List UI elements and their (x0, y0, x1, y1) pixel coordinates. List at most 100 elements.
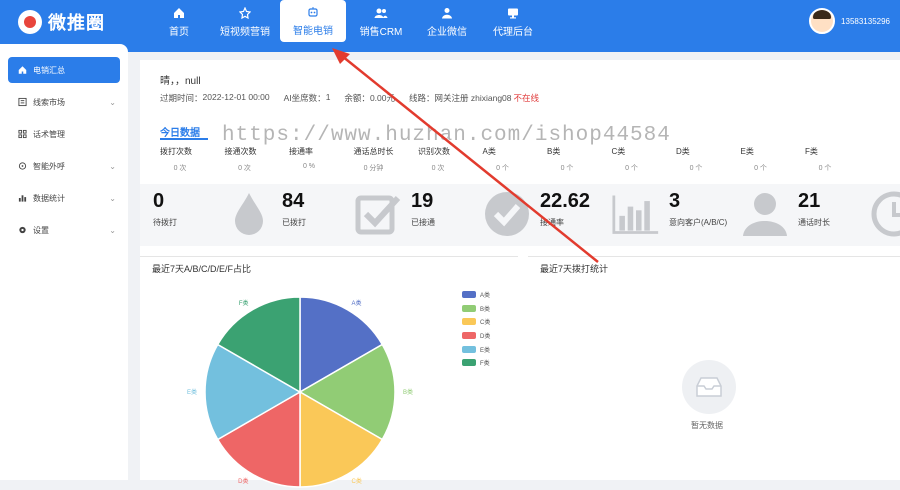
sidebar-item-5[interactable]: 设置 ⌄ (8, 217, 120, 243)
nav-item-2[interactable]: 智能电销 (280, 0, 346, 42)
home-icon (172, 7, 186, 19)
nav-item-1[interactable]: 短视频营销 (214, 0, 276, 44)
account-info: 过期时间： 2022-12-01 00:00 AI坐席数： 1 余额： 0.00… (160, 92, 539, 104)
today-stat-label: F类 (805, 147, 818, 156)
nav-item-4[interactable]: 企业微信 (416, 0, 478, 44)
legend-swatch (462, 304, 476, 312)
today-stat-label: D类 (676, 147, 690, 156)
today-stat: 接通次数 0 次 (225, 146, 285, 173)
legend-label: B类 (480, 306, 491, 313)
today-stat-value: 0 个 (625, 165, 638, 172)
user-menu[interactable]: 13583135296 (809, 8, 890, 34)
phone-icon (18, 162, 27, 171)
today-data-title: 今日数据 (160, 128, 200, 139)
sidebar-item-4[interactable]: 数据统计 ⌄ (8, 185, 120, 211)
today-stat-value: 0 个 (818, 165, 832, 172)
sidebar-item-label: 线索市场 (33, 97, 65, 107)
checkbox-icon (354, 190, 402, 238)
today-stat: B类 0 个 (547, 146, 607, 173)
today-stat-value: 0 分钟 (363, 165, 384, 172)
legend-item[interactable]: B类 (462, 302, 490, 316)
ai-seat-value: 1 (325, 92, 331, 102)
sidebar-item-2[interactable]: 话术管理 (8, 121, 120, 147)
pie-label: C类 (352, 477, 362, 485)
legend-label: C类 (480, 320, 491, 327)
line-status: 不在线 (513, 93, 540, 103)
ai-seat-label: AI坐席数： (283, 93, 326, 103)
today-stat-label: B类 (547, 147, 561, 156)
legend-item[interactable]: A类 (462, 288, 490, 302)
today-stat: E类 0 个 (741, 146, 801, 173)
clock-icon (870, 190, 900, 238)
brand-logo[interactable]: 微推圈 (18, 9, 105, 35)
people-icon (374, 7, 388, 19)
kpi-card: 84 已拨打 (282, 190, 402, 242)
today-stat: C类 0 个 (612, 146, 672, 173)
pie-panel-title: 最近7天A/B/C/D/E/F占比 (152, 264, 252, 274)
balance-value: 0.00元 (369, 93, 395, 103)
pie-label: F类 (239, 299, 249, 307)
today-stat-label: 通话总时长 (353, 147, 394, 156)
chevron-down-icon: ⌄ (109, 225, 116, 235)
water-drop-icon (225, 190, 273, 238)
legend-item[interactable]: F类 (462, 356, 490, 370)
today-stat: 拨打次数 0 次 (160, 146, 220, 173)
today-stat-label: 接通次数 (224, 147, 257, 156)
pie-chart: A类 B类 C类 D类 E类 F类 (187, 296, 413, 488)
nav-item-label: 首页 (169, 26, 189, 38)
today-stat-label: 接通率 (289, 147, 313, 156)
avatar[interactable] (809, 8, 836, 34)
pie-label: A类 (352, 299, 362, 307)
expire-value: 2022-12-01 00:00 (202, 92, 270, 102)
pie-label: D类 (238, 477, 248, 485)
home-icon (18, 66, 27, 75)
nav-item-3[interactable]: 销售CRM (350, 0, 412, 44)
today-stat-label: 识别次数 (418, 147, 450, 156)
nav-item-label: 短视频营销 (220, 26, 270, 38)
sidebar-item-3[interactable]: 智能外呼 ⌄ (8, 153, 120, 179)
nav-item-label: 企业微信 (427, 26, 467, 38)
pie-label: E类 (187, 388, 197, 396)
nav-item-0[interactable]: 首页 (148, 0, 210, 44)
today-stat: 通话总时长 0 分钟 (354, 146, 414, 173)
line-panel-title: 最近7天拨打统计 (540, 264, 609, 274)
sidebar-item-label: 电销汇总 (33, 65, 65, 75)
sidebar: 电销汇总 线索市场 ⌄ 话术管理 智能外呼 ⌄ 数据统计 ⌄ 设置 ⌄ (0, 44, 128, 480)
star-icon (238, 6, 252, 19)
today-stat-value: 0 个 (496, 165, 509, 172)
logo-icon (18, 10, 42, 34)
line-label: 线路： (408, 93, 435, 103)
legend-item[interactable]: C类 (462, 315, 490, 329)
legend-item[interactable]: D类 (462, 329, 490, 343)
today-stat: F类 0 个 (805, 146, 865, 173)
legend-label: A类 (480, 293, 491, 300)
today-stat-label: E类 (740, 147, 754, 156)
today-stat-value: 0 个 (689, 165, 703, 172)
kpi-card: 22.62 接通率 (540, 190, 660, 242)
empty-state: 暂无数据 (682, 360, 736, 431)
nav-item-label: 代理后台 (493, 26, 533, 38)
nav-item-label: 销售CRM (359, 26, 403, 38)
today-stat-label: A类 (482, 147, 496, 156)
greeting: 晴，，null (160, 76, 201, 87)
today-stat-value: 0 % (302, 163, 316, 170)
bar-chart-icon (612, 190, 660, 238)
legend-swatch (462, 291, 476, 299)
monitor-icon (506, 7, 520, 19)
main-nav: 首页 短视频营销 智能电销 销售CRM 企业微信 代理后台 (148, 0, 548, 52)
today-stat: D类 0 个 (676, 146, 736, 173)
sidebar-item-1[interactable]: 线索市场 ⌄ (8, 89, 120, 115)
empty-inbox-icon (682, 360, 736, 414)
nav-item-5[interactable]: 代理后台 (482, 0, 544, 44)
legend-swatch (462, 318, 476, 326)
legend-item[interactable]: E类 (462, 342, 490, 356)
kpi-card: 19 已接通 (411, 190, 531, 242)
watermark: https://www.huzhan.com/ishop44584 (222, 124, 671, 147)
pie-label: B类 (403, 388, 413, 396)
today-stat-label: C类 (611, 147, 626, 156)
sidebar-item-0[interactable]: 电销汇总 (8, 57, 120, 83)
line-value: 网关注册 zhixiang08 (434, 93, 512, 103)
kpi-card: 21 通话时长 (798, 190, 900, 242)
sidebar-item-label: 数据统计 (33, 193, 65, 203)
today-stat-value: 0 个 (560, 165, 574, 172)
